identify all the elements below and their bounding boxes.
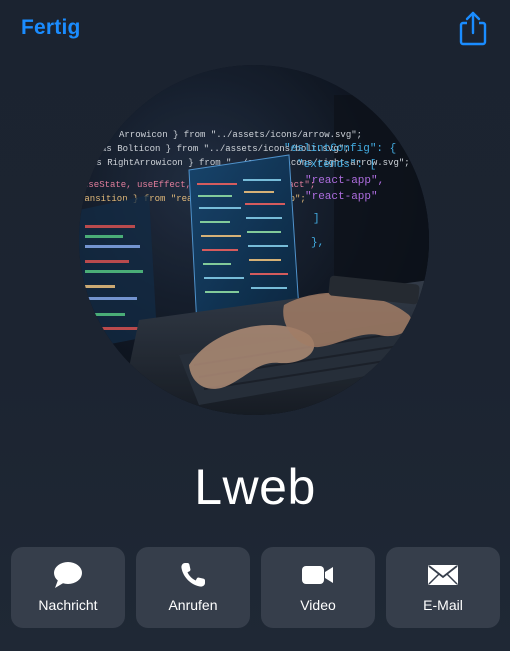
mail-button[interactable]: E-Mail [386,547,500,628]
call-button[interactable]: Anrufen [136,547,250,628]
call-label: Anrufen [168,597,218,613]
avatar-photo: Arrowicon } from "../assets/icons/arrow.… [79,65,429,415]
phone-icon [181,563,205,587]
share-button[interactable] [456,10,490,46]
action-bar: Nachricht Anrufen Video E-Mail [11,547,500,628]
top-bar: Fertig [0,0,510,60]
contact-name: Lweb [194,459,316,515]
done-button[interactable]: Fertig [21,16,81,40]
message-icon [54,562,82,588]
video-button[interactable]: Video [261,547,375,628]
mail-icon [428,565,458,585]
video-label: Video [300,597,336,613]
message-button[interactable]: Nachricht [11,547,125,628]
contact-avatar[interactable]: Arrowicon } from "../assets/icons/arrow.… [79,65,429,415]
message-label: Nachricht [38,597,98,613]
mail-label: E-Mail [423,597,463,613]
share-icon [459,11,487,46]
video-icon [302,566,333,584]
